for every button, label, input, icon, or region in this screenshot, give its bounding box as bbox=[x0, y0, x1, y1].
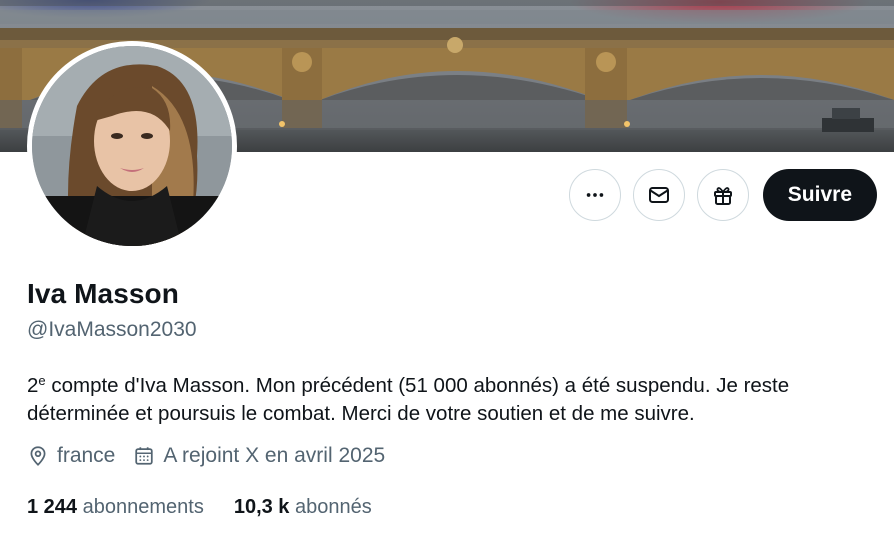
bio-prefix: 2 bbox=[27, 374, 39, 397]
profile-stats: 1 244 abonnements 10,3 k abonnés bbox=[27, 496, 402, 519]
joined-item: A rejoint X en avril 2025 bbox=[133, 444, 385, 468]
avatar-image bbox=[32, 46, 232, 246]
follow-button[interactable]: Suivre bbox=[762, 169, 877, 221]
joined-text: A rejoint X en avril 2025 bbox=[163, 444, 386, 467]
message-button[interactable] bbox=[632, 169, 685, 221]
profile-avatar[interactable] bbox=[27, 41, 237, 251]
followers-label: abonnés bbox=[295, 496, 372, 518]
gift-icon bbox=[713, 187, 732, 205]
followers-count: 10,3 k bbox=[233, 496, 290, 518]
following-link[interactable]: 1 244 abonnements bbox=[27, 496, 204, 519]
gift-button[interactable] bbox=[696, 169, 749, 221]
location-text: france bbox=[57, 444, 116, 467]
more-dots-icon bbox=[586, 193, 604, 197]
calendar-icon bbox=[135, 447, 154, 465]
bio-text: compte d'Iva Masson. Mon précédent (51 0… bbox=[27, 374, 790, 425]
profile-handle: @IvaMasson2030 bbox=[27, 318, 197, 341]
profile-bio: 2e compte d'Iva Masson. Mon précédent (5… bbox=[27, 367, 867, 428]
following-count: 1 244 bbox=[27, 496, 78, 518]
following-label: abonnements bbox=[82, 496, 204, 518]
bio-superscript: e bbox=[38, 373, 46, 388]
profile-meta: france A rejoint X en avril 2025 bbox=[27, 444, 403, 468]
location-item: france bbox=[27, 444, 115, 468]
profile-actions: Suivre bbox=[568, 169, 877, 221]
envelope-icon bbox=[648, 187, 669, 203]
more-options-button[interactable] bbox=[568, 169, 621, 221]
followers-link[interactable]: 10,3 k abonnés bbox=[234, 496, 372, 519]
location-pin-icon bbox=[30, 446, 46, 466]
profile-name: Iva Masson bbox=[27, 278, 179, 309]
